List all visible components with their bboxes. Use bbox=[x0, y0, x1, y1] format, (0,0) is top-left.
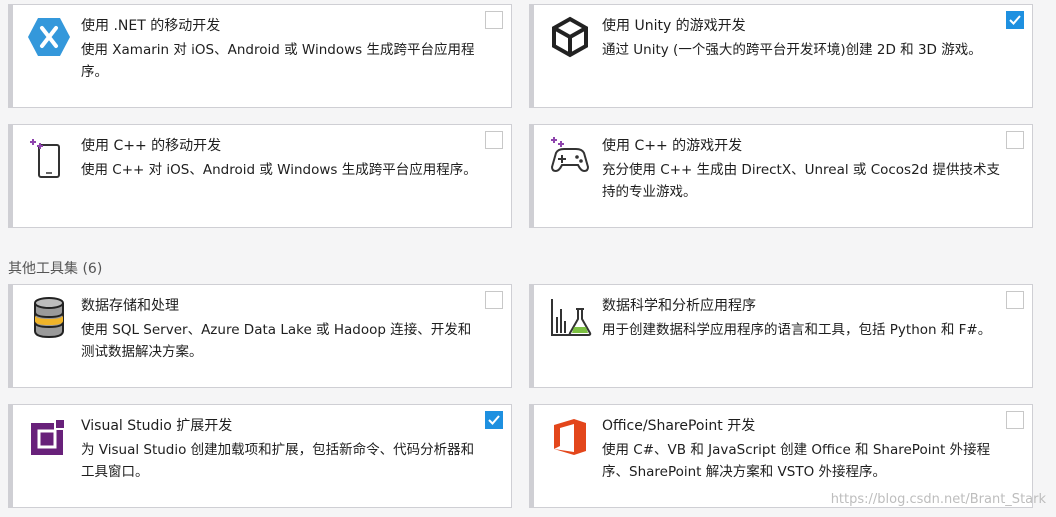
workload-checkbox[interactable] bbox=[1006, 131, 1024, 149]
data-science-icon bbox=[548, 295, 592, 339]
workload-title: 使用 C++ 的游戏开发 bbox=[602, 138, 743, 154]
workload-description: 使用 Xamarin 对 iOS、Android 或 Windows 生成跨平台… bbox=[81, 42, 475, 80]
workload-card-data-science[interactable]: 数据科学和分析应用程序 用于创建数据科学应用程序的语言和工具，包括 Python… bbox=[529, 284, 1033, 388]
workload-checkbox[interactable] bbox=[485, 411, 503, 429]
extension-icon bbox=[27, 415, 71, 459]
workload-title: 数据存储和处理 bbox=[81, 298, 179, 314]
workload-description: 使用 C++ 对 iOS、Android 或 Windows 生成跨平台应用程序… bbox=[81, 162, 477, 178]
checkmark-icon bbox=[1009, 15, 1021, 25]
database-icon bbox=[27, 295, 71, 339]
mobile-device-icon bbox=[27, 135, 71, 179]
watermark: https://blog.csdn.net/Brant_Stark bbox=[830, 492, 1046, 507]
section-title: 其他工具集 bbox=[8, 261, 78, 277]
workload-title: 数据科学和分析应用程序 bbox=[602, 298, 756, 314]
workload-description: 通过 Unity (一个强大的跨平台开发环境)创建 2D 和 3D 游戏。 bbox=[602, 42, 982, 58]
xamarin-icon bbox=[27, 15, 71, 59]
workload-card-data-storage[interactable]: 数据存储和处理 使用 SQL Server、Azure Data Lake 或 … bbox=[8, 284, 512, 388]
workload-checkbox[interactable] bbox=[485, 131, 503, 149]
workload-checkbox[interactable] bbox=[1006, 291, 1024, 309]
workload-card-cpp-games[interactable]: 使用 C++ 的游戏开发 充分使用 C++ 生成由 DirectX、Unreal… bbox=[529, 124, 1033, 228]
workload-description: 使用 C#、VB 和 JavaScript 创建 Office 和 ShareP… bbox=[602, 442, 991, 480]
workload-description: 充分使用 C++ 生成由 DirectX、Unreal 或 Cocos2d 提供… bbox=[602, 162, 1001, 200]
workload-card-cpp-mobile[interactable]: 使用 C++ 的移动开发 使用 C++ 对 iOS、Android 或 Wind… bbox=[8, 124, 512, 228]
unity-icon bbox=[548, 15, 592, 59]
workload-title: 使用 C++ 的移动开发 bbox=[81, 138, 222, 154]
workload-card-unity[interactable]: 使用 Unity 的游戏开发 通过 Unity (一个强大的跨平台开发环境)创建… bbox=[529, 4, 1033, 108]
office-icon bbox=[548, 415, 592, 459]
workload-title: Visual Studio 扩展开发 bbox=[81, 418, 233, 434]
workload-card-vs-extension[interactable]: Visual Studio 扩展开发 为 Visual Studio 创建加载项… bbox=[8, 404, 512, 508]
workload-checkbox[interactable] bbox=[485, 11, 503, 29]
workload-checkbox[interactable] bbox=[1006, 411, 1024, 429]
checkmark-icon bbox=[488, 415, 500, 425]
workload-description: 使用 SQL Server、Azure Data Lake 或 Hadoop 连… bbox=[81, 322, 472, 360]
workload-title: Office/SharePoint 开发 bbox=[602, 418, 756, 434]
workload-checkbox[interactable] bbox=[485, 291, 503, 309]
section-header-other-toolsets: 其他工具集 (6) bbox=[8, 258, 102, 278]
gamepad-icon bbox=[548, 135, 592, 179]
workload-title: 使用 .NET 的移动开发 bbox=[81, 18, 221, 34]
workload-title: 使用 Unity 的游戏开发 bbox=[602, 18, 746, 34]
workload-checkbox[interactable] bbox=[1006, 11, 1024, 29]
workload-description: 为 Visual Studio 创建加载项和扩展，包括新命令、代码分析器和工具窗… bbox=[81, 442, 475, 480]
workload-card-dotnet-mobile[interactable]: 使用 .NET 的移动开发 使用 Xamarin 对 iOS、Android 或… bbox=[8, 4, 512, 108]
workload-description: 用于创建数据科学应用程序的语言和工具，包括 Python 和 F#。 bbox=[602, 322, 992, 338]
section-count: (6) bbox=[82, 261, 103, 277]
